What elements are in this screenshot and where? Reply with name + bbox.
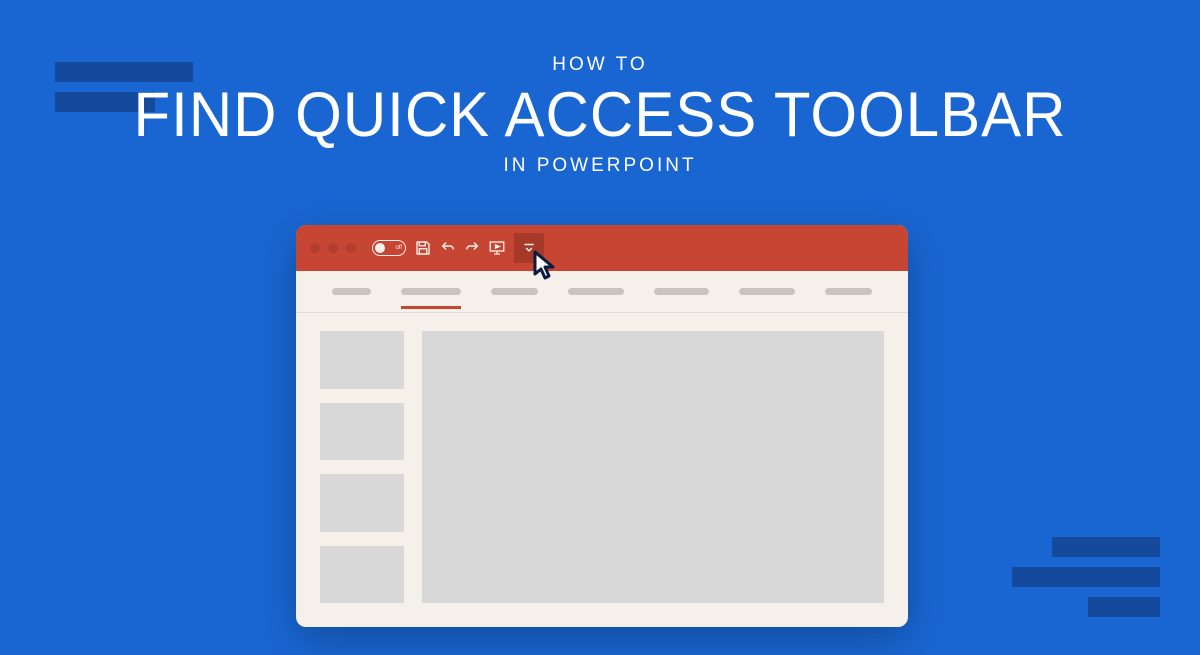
- headline: HOW TO FIND QUICK ACCESS TOOLBAR IN POWE…: [0, 54, 1200, 177]
- undo-icon[interactable]: [440, 240, 456, 256]
- window-dot[interactable]: [310, 243, 320, 253]
- slide-canvas[interactable]: [422, 331, 884, 603]
- start-from-beginning-icon[interactable]: [488, 239, 506, 257]
- cursor-icon: [532, 249, 562, 288]
- slide-thumbnail[interactable]: [320, 474, 404, 532]
- redo-icon[interactable]: [464, 240, 480, 256]
- ribbon-tabs: [296, 271, 908, 313]
- slide-thumbnails: [320, 331, 404, 603]
- autosave-label: off: [395, 245, 402, 251]
- headline-pretitle: HOW TO: [0, 54, 1200, 76]
- headline-main: FIND QUICK ACCESS TOOLBAR: [0, 78, 1200, 150]
- window-dot[interactable]: [346, 243, 356, 253]
- ribbon-tab[interactable]: [491, 288, 538, 295]
- ribbon-tab[interactable]: [739, 288, 795, 295]
- slide-thumbnail[interactable]: [320, 403, 404, 461]
- editor-area: [296, 313, 908, 627]
- ribbon-tab[interactable]: [825, 288, 872, 295]
- ribbon-tab[interactable]: [654, 288, 710, 295]
- title-bar: off: [296, 225, 908, 271]
- decorative-bars-bottom-right: [1012, 537, 1160, 617]
- window-controls[interactable]: [310, 243, 356, 253]
- powerpoint-window: off: [296, 225, 908, 627]
- headline-subtitle: IN POWERPOINT: [0, 155, 1200, 177]
- slide-thumbnail[interactable]: [320, 331, 404, 389]
- customize-quick-access-button[interactable]: [514, 233, 544, 263]
- toggle-knob: [375, 243, 385, 253]
- slide-thumbnail[interactable]: [320, 546, 404, 604]
- window-dot[interactable]: [328, 243, 338, 253]
- ribbon-tab-active[interactable]: [401, 288, 462, 295]
- ribbon-tab[interactable]: [568, 288, 624, 295]
- save-icon[interactable]: [414, 239, 432, 257]
- ribbon-tab[interactable]: [332, 288, 371, 295]
- autosave-toggle[interactable]: off: [372, 240, 406, 256]
